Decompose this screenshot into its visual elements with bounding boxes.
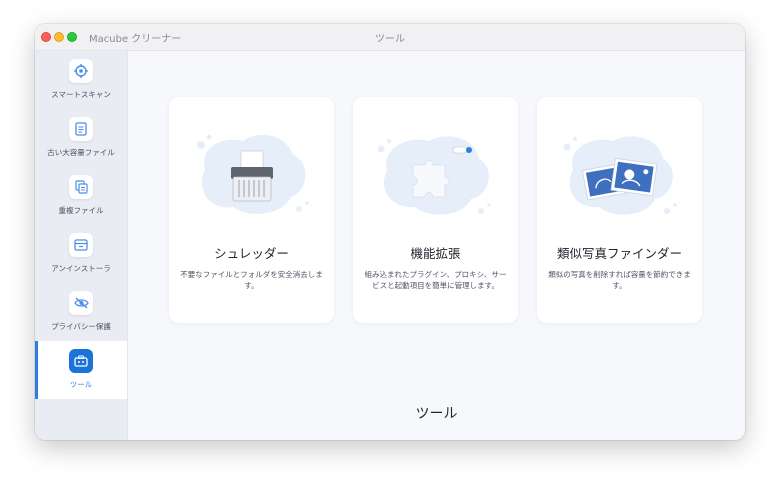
card-description: 組み込まれたプラグイン、プロキシ、サービスと起動項目を簡単に管理します。 (364, 270, 507, 290)
title-bar: Macube クリーナー ツール (35, 24, 745, 51)
document-icon (69, 117, 93, 141)
sidebar-item-duplicate-files[interactable]: 重複ファイル (35, 167, 127, 225)
sidebar-item-privacy[interactable]: プライバシー保護 (35, 283, 127, 341)
sidebar-item-label: アンインストーラ (51, 264, 111, 273)
active-indicator (35, 341, 38, 399)
card-title: 機能拡張 (410, 246, 461, 261)
sidebar-item-label: プライバシー保護 (51, 322, 111, 331)
sidebar-item-large-old-files[interactable]: 古い大容量ファイル (35, 109, 127, 167)
card-title: シュレッダー (214, 246, 289, 261)
shredder-card[interactable]: シュレッダー 不要なファイルとフォルダを安全消去します。 (169, 97, 334, 323)
card-title: 類似写真ファインダー (556, 246, 682, 261)
main-content: シュレッダー 不要なファイルとフォルダを安全消去します。 機能拡張 組み込まれた… (128, 51, 745, 440)
photos-icon (555, 125, 685, 225)
extensions-card[interactable]: 機能拡張 組み込まれたプラグイン、プロキシ、サービスと起動項目を簡単に管理します… (353, 97, 518, 323)
copy-icon (69, 175, 93, 199)
card-description: 類似の写真を削除すれば容量を節約できます。 (548, 270, 691, 290)
section-title: ツール (415, 406, 458, 422)
sidebar: スマートスキャン 古い大容量ファイル 重複ファイル アンインストーラ プライバシ… (35, 51, 128, 440)
sidebar-item-label: 古い大容量ファイル (47, 148, 115, 157)
sidebar-item-label: スマートスキャン (51, 90, 111, 99)
sidebar-item-tools[interactable]: ツール (35, 341, 127, 399)
sidebar-item-uninstaller[interactable]: アンインストーラ (35, 225, 127, 283)
sidebar-item-smart-scan[interactable]: スマートスキャン (35, 51, 127, 109)
shredder-icon (187, 125, 317, 225)
sidebar-item-label: ツール (69, 380, 93, 389)
window-title: ツール (375, 34, 405, 45)
similar-photo-finder-card[interactable]: 類似写真ファインダー 類似の写真を削除すれば容量を節約できます。 (537, 97, 702, 323)
box-icon (69, 233, 93, 257)
sidebar-item-label: 重複ファイル (58, 206, 104, 215)
puzzle-icon (371, 125, 501, 225)
toolbox-icon (69, 349, 93, 373)
eye-slash-icon (69, 291, 93, 315)
target-icon (69, 59, 93, 83)
card-description: 不要なファイルとフォルダを安全消去します。 (180, 270, 323, 290)
app-window: Macube クリーナー ツール スマートスキャン 古い大容量ファイル 重複ファ… (35, 24, 745, 440)
